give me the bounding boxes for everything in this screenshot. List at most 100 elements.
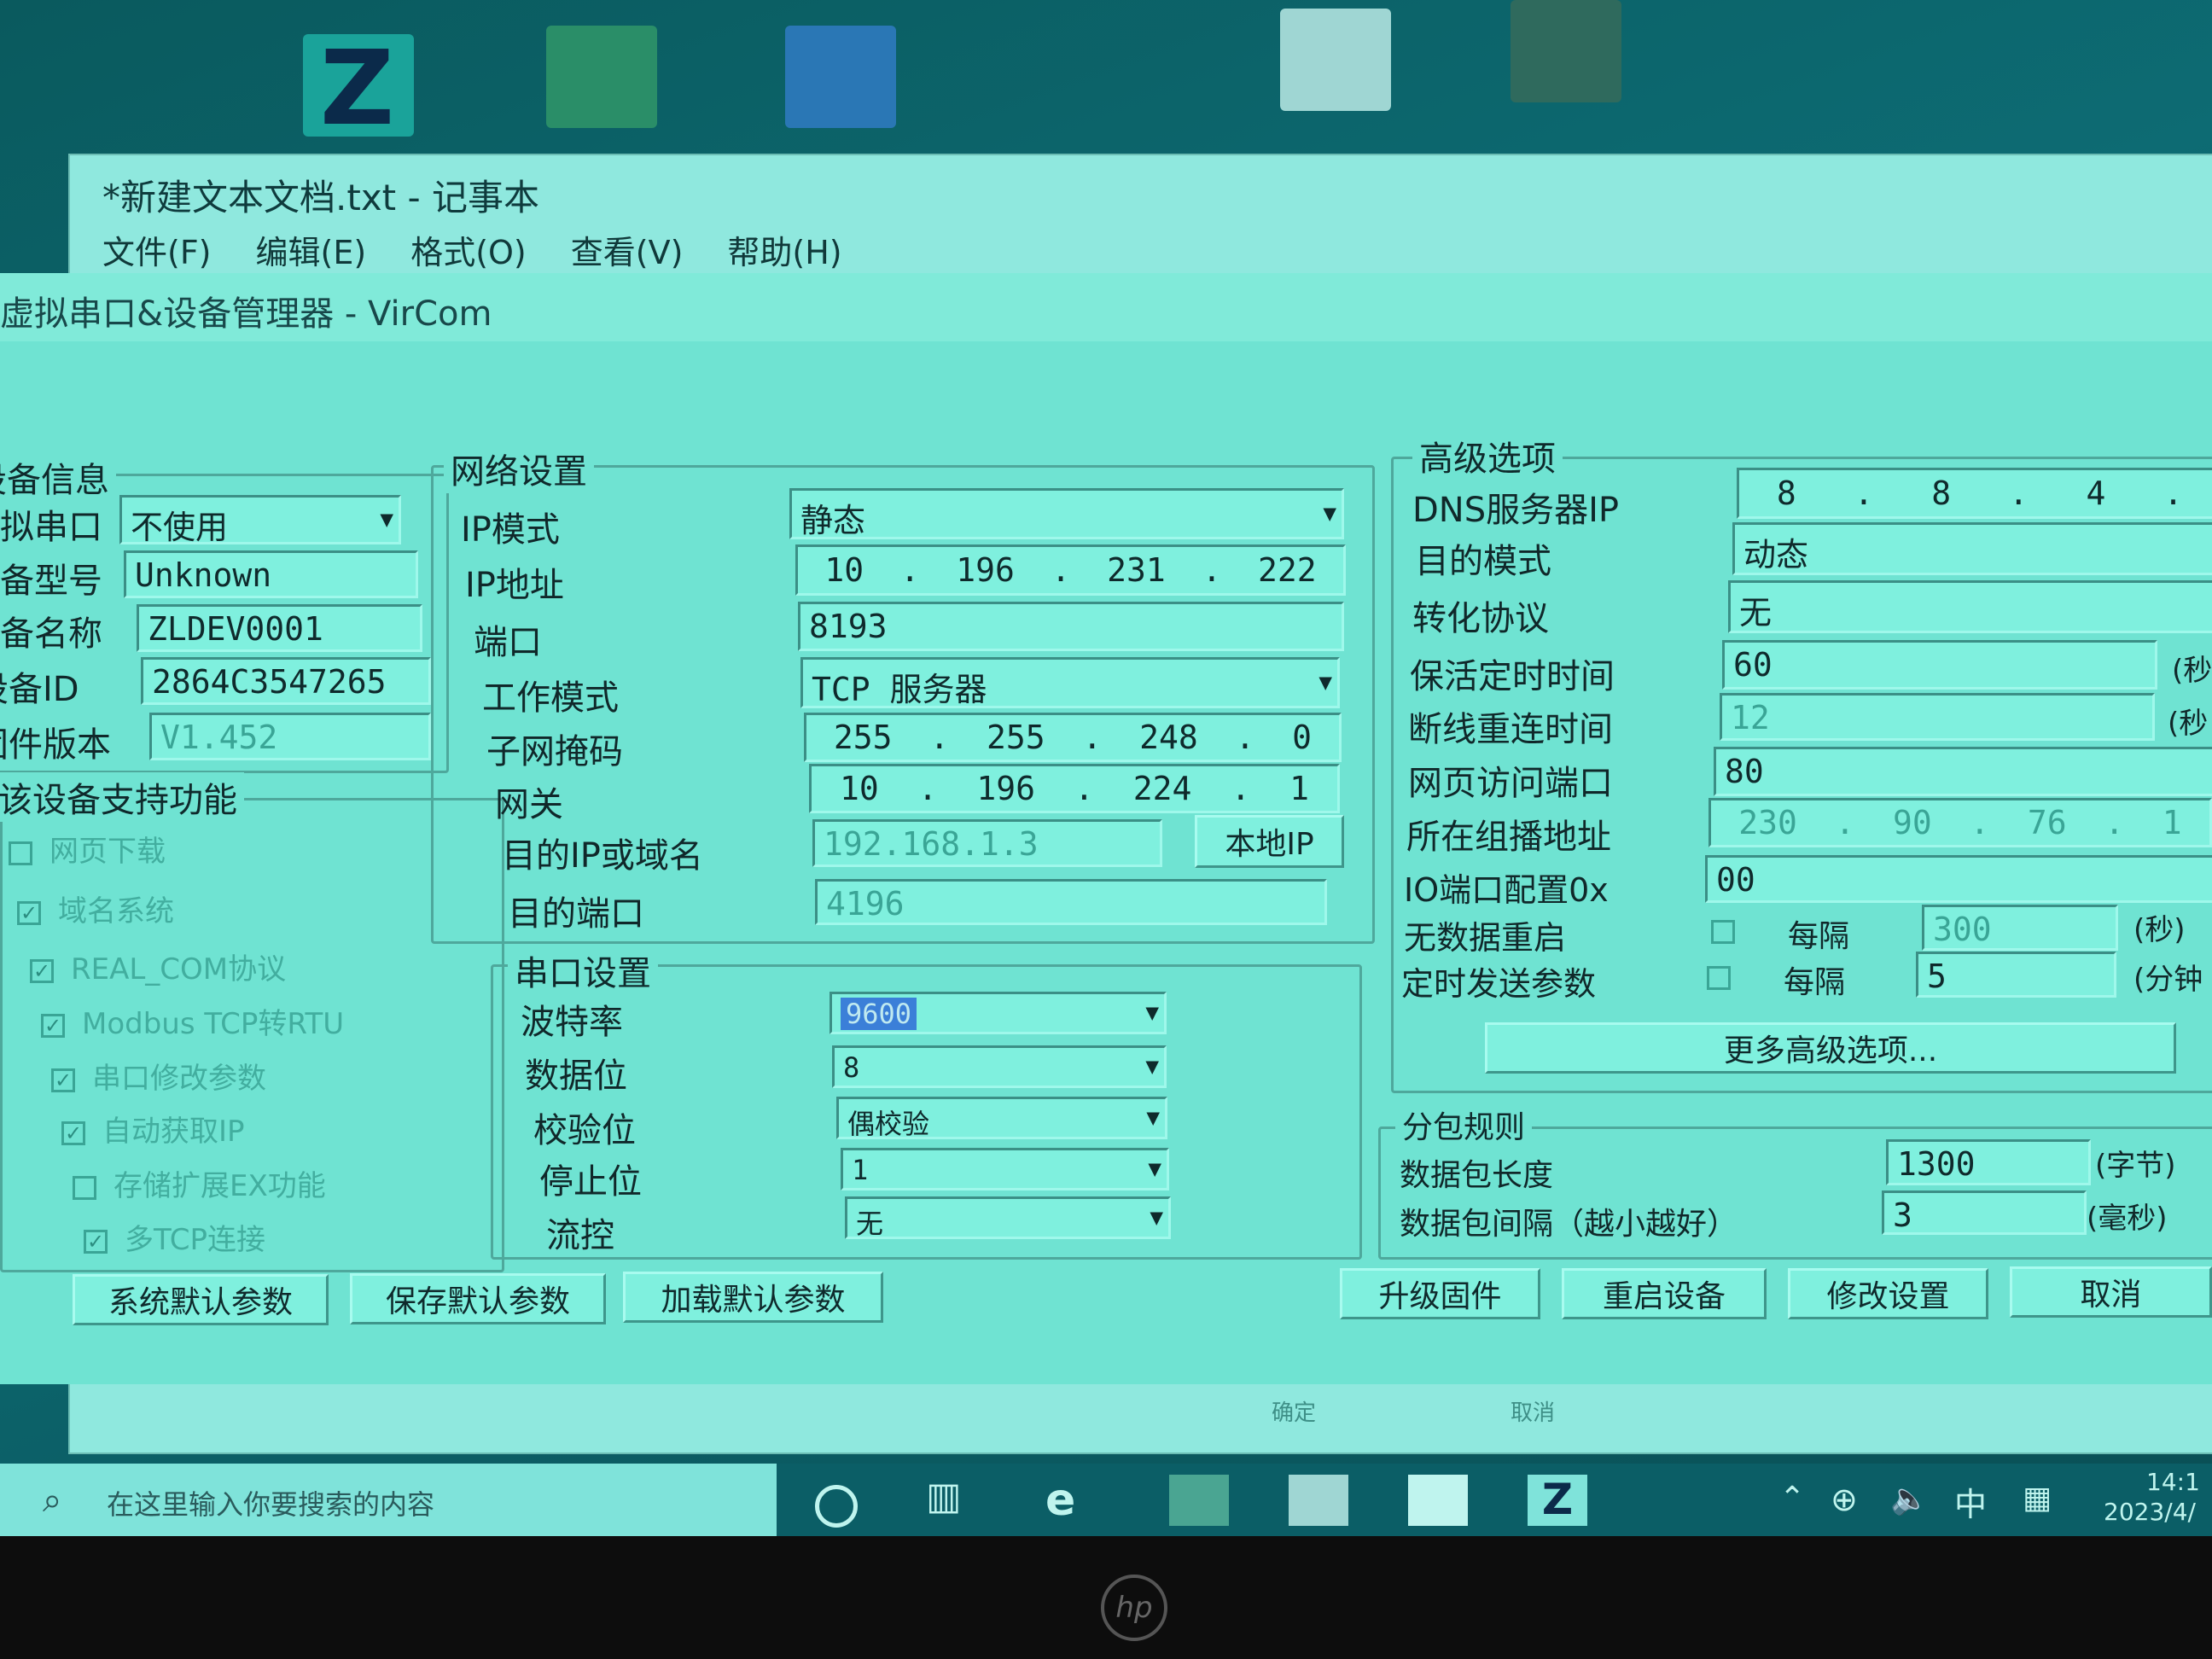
advanced-title: 高级选项 [1412, 431, 1563, 480]
subnet-mask-field[interactable]: 255. 255. 248. 0 [804, 713, 1342, 762]
checkbox-checked: ✓ [41, 1013, 65, 1038]
background-cancel-button[interactable]: 取消 [1511, 1395, 1555, 1427]
network-icon[interactable]: ⊕ [1831, 1481, 1858, 1518]
baud-select[interactable]: 9600 ▼ [830, 992, 1167, 1034]
chevron-down-icon: ▼ [380, 507, 393, 533]
chevron-up-icon[interactable]: ⌃ [1779, 1481, 1805, 1516]
modify-settings-button[interactable]: 修改设置 [1788, 1268, 1988, 1319]
ime-indicator[interactable]: 中 [1954, 1478, 1987, 1525]
timed-send-checkbox[interactable] [1707, 966, 1731, 990]
menu-help[interactable]: 帮助(H) [727, 226, 841, 273]
restart-device-button[interactable]: 重启设备 [1562, 1268, 1767, 1319]
dest-mode-select[interactable]: 动态 [1732, 522, 2212, 575]
menu-view[interactable]: 查看(V) [571, 226, 684, 273]
flow-control-select[interactable]: 无 ▼ [845, 1196, 1171, 1239]
background-ok-button[interactable]: 确定 [1272, 1395, 1316, 1427]
keepalive-label: 保活定时时间 [1410, 657, 1615, 696]
task-view-icon[interactable]: ▥ [926, 1475, 986, 1526]
ip-mode-select[interactable]: 静态 ▼ [789, 488, 1344, 539]
load-default-button[interactable]: 加载默认参数 [623, 1272, 883, 1323]
volume-icon[interactable]: 🔈 [1890, 1481, 1929, 1516]
nodata-interval-field: 300 [1922, 905, 2118, 951]
local-ip-button[interactable]: 本地IP [1195, 815, 1344, 868]
model-label: 设备型号 [0, 562, 102, 601]
feature-serial-modify: ✓ 串口修改参数 [51, 1055, 266, 1097]
checkbox-checked: ✓ [30, 958, 54, 983]
io-config-field[interactable]: 00 [1705, 855, 2212, 903]
work-mode-select[interactable]: TCP 服务器 ▼ [800, 657, 1340, 708]
checkbox-checked: ✓ [51, 1068, 75, 1092]
window-taskbar-icon[interactable] [1408, 1475, 1468, 1526]
notepad-menu-bar: 文件(F) 编辑(E) 格式(O) 查看(V) 帮助(H) [102, 226, 842, 273]
timed-send-label: 定时发送参数 [1401, 965, 1597, 1003]
checkbox-checked: ✓ [61, 1121, 85, 1145]
window-shortcut-icon[interactable] [785, 26, 896, 128]
zlvircom-taskbar-icon[interactable]: Z [1528, 1475, 1587, 1526]
ip-address-field[interactable]: 10. 196. 231. 222 [795, 544, 1346, 596]
keyboard-icon[interactable]: ▦ [2023, 1481, 2052, 1516]
dest-mode-label: 目的模式 [1415, 542, 1551, 581]
nodata-unit: (秒) [2133, 913, 2186, 947]
chevron-down-icon: ▼ [1150, 1205, 1163, 1231]
timed-interval-field[interactable]: 5 [1916, 952, 2116, 998]
cortana-icon[interactable] [815, 1485, 858, 1528]
text-file-icon[interactable] [1280, 9, 1391, 111]
zlvircom-shortcut-icon[interactable]: Z [303, 30, 414, 148]
model-field[interactable]: Unknown [124, 550, 418, 598]
tool-shortcut-icon[interactable] [1511, 0, 1621, 102]
menu-edit[interactable]: 编辑(E) [256, 226, 367, 273]
menu-file[interactable]: 文件(F) [102, 226, 212, 273]
dest-port-label: 目的端口 [508, 894, 644, 934]
web-port-field[interactable]: 80 [1714, 747, 2212, 796]
chevron-down-icon: ▼ [1148, 1156, 1161, 1182]
save-default-button[interactable]: 保存默认参数 [350, 1273, 606, 1324]
upgrade-firmware-button[interactable]: 升级固件 [1340, 1268, 1540, 1319]
data-bits-select[interactable]: 8 ▼ [832, 1045, 1167, 1088]
checkbox-checked: ✓ [84, 1229, 108, 1254]
io-config-label: IO端口配置0x [1404, 871, 1609, 909]
gateway-field[interactable]: 10. 196. 224. 1 [809, 764, 1340, 813]
dns-field[interactable]: 8.8.4. [1737, 468, 2212, 519]
port-label: 端口 [474, 623, 542, 662]
search-icon: ⌕ [43, 1481, 62, 1520]
stop-bits-select[interactable]: 1 ▼ [841, 1148, 1169, 1190]
work-mode-label: 工作模式 [482, 678, 619, 718]
dest-ip-label: 目的IP或域名 [502, 836, 703, 876]
parity-label: 校验位 [533, 1111, 636, 1150]
app-taskbar-icon[interactable] [1169, 1475, 1229, 1526]
app-shortcut-icon[interactable] [546, 26, 657, 128]
packet-interval-field[interactable]: 3 [1882, 1190, 2087, 1235]
more-advanced-button[interactable]: 更多高级选项... [1485, 1022, 2176, 1074]
device-id-field[interactable]: 2864C3547265 [141, 657, 431, 705]
packet-length-field[interactable]: 1300 [1886, 1139, 2091, 1185]
search-placeholder: 在这里输入你要搜索的内容 [107, 1488, 435, 1521]
menu-format[interactable]: 格式(O) [410, 226, 527, 273]
cancel-button[interactable]: 取消 [2010, 1266, 2212, 1318]
notepad-title: *新建文本文档.txt - 记事本 [102, 177, 539, 218]
protocol-select[interactable]: 无 [1728, 580, 2212, 633]
device-name-field[interactable]: ZLDEV0001 [137, 604, 422, 652]
parity-select[interactable]: 偶校验 ▼ [836, 1097, 1167, 1139]
edge-browser-icon[interactable]: e [1045, 1475, 1105, 1526]
file-taskbar-icon[interactable] [1289, 1475, 1348, 1526]
protocol-label: 转化协议 [1412, 599, 1549, 638]
keepalive-field[interactable]: 60 [1722, 640, 2157, 690]
nodata-restart-checkbox[interactable] [1711, 920, 1735, 944]
data-bits-label: 数据位 [525, 1057, 627, 1096]
reconnect-field: 12 [1720, 693, 2155, 741]
flow-control-label: 流控 [546, 1216, 614, 1255]
firmware-field: V1.452 [149, 713, 431, 760]
packet-interval-unit: (毫秒) [2087, 1202, 2168, 1236]
checkbox-checked: ✓ [17, 900, 41, 925]
timed-every-label: 每隔 [1784, 965, 1846, 1000]
system-default-button[interactable]: 系统默认参数 [73, 1274, 329, 1325]
virtual-port-select[interactable]: 不使用 ▼ [119, 495, 401, 544]
virtual-port-label: 虚拟串口 [0, 508, 102, 547]
feature-multi-tcp: ✓ 多TCP连接 [84, 1216, 265, 1258]
web-port-label: 网页访问端口 [1408, 764, 1613, 803]
feature-auto-ip: ✓ 自动获取IP [61, 1108, 245, 1150]
clock-time[interactable]: 14:1 [2146, 1468, 2200, 1496]
device-name-label: 设备名称 [0, 614, 102, 654]
clock-date[interactable]: 2023/4/ [2104, 1498, 2196, 1526]
port-field[interactable]: 8193 [798, 602, 1344, 651]
